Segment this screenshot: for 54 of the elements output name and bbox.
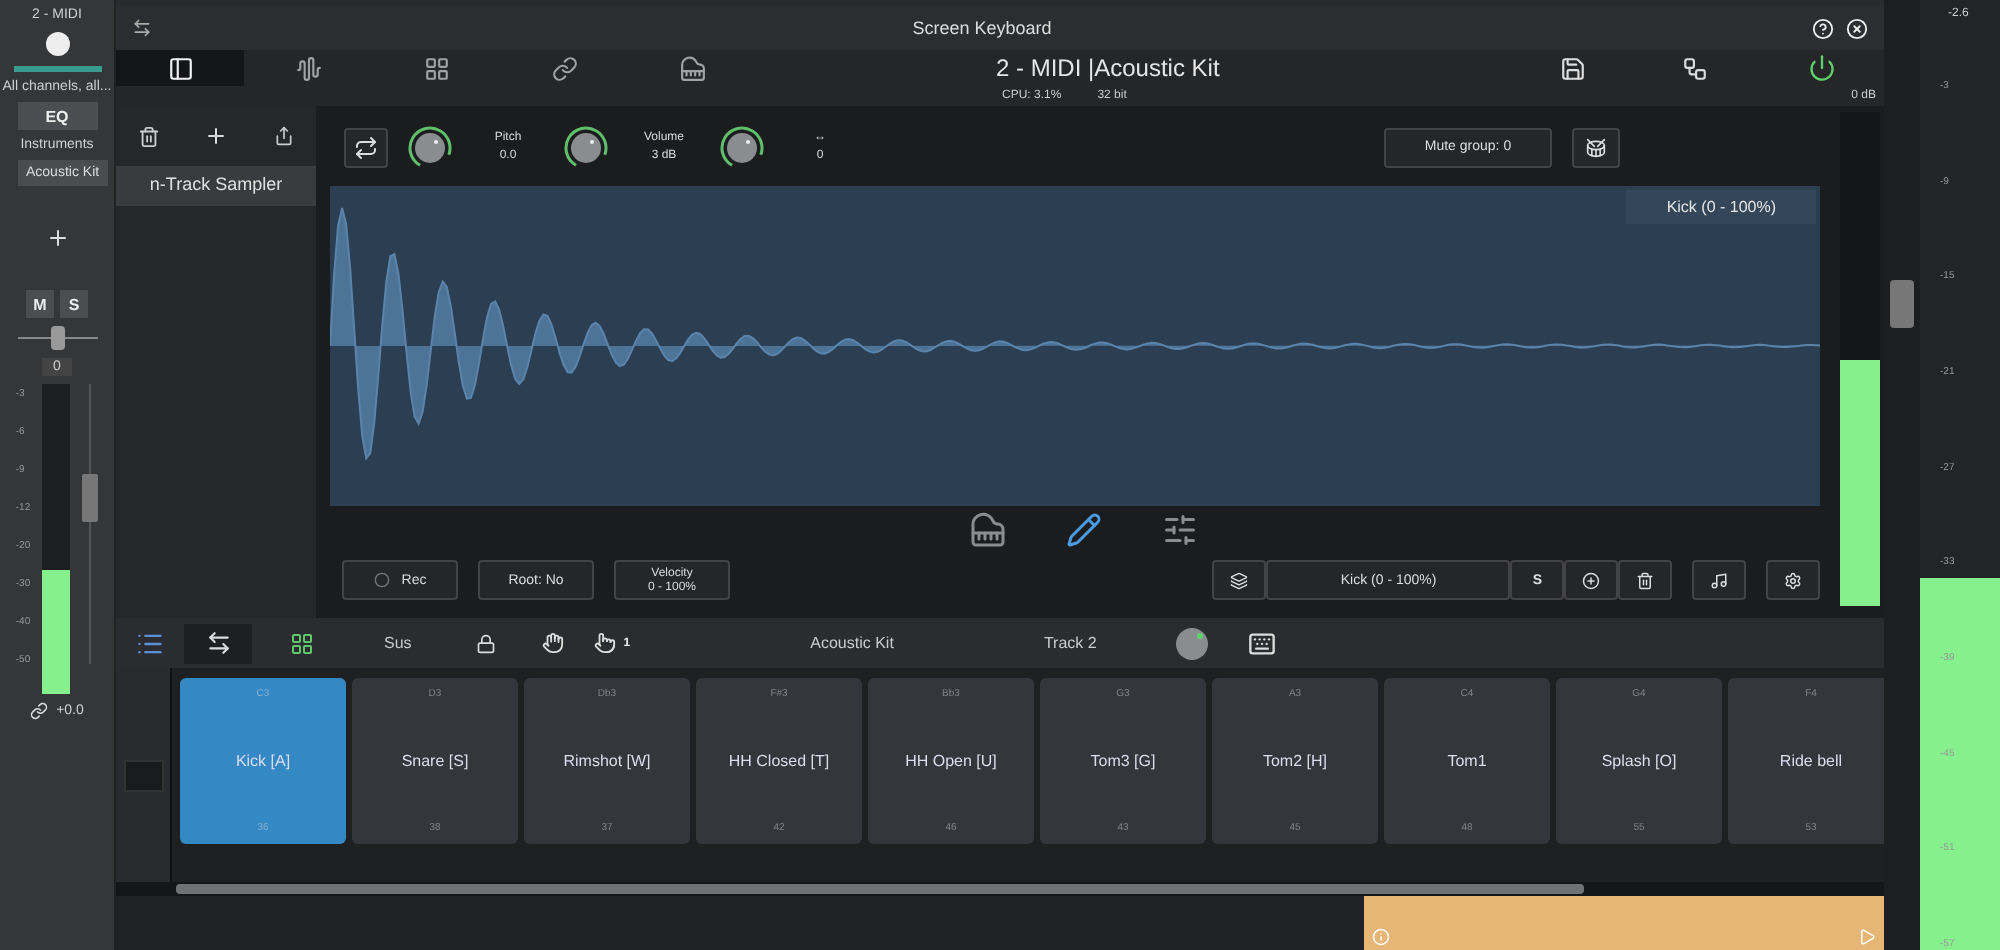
- eq-button[interactable]: EQ: [17, 102, 97, 130]
- settings-icon: [1784, 571, 1802, 589]
- edit-tool[interactable]: [1161, 512, 1197, 548]
- settings-button[interactable]: [1766, 560, 1820, 600]
- view-tab[interactable]: [116, 50, 244, 86]
- window-title: Screen Keyboard: [910, 18, 1054, 38]
- panel-icon: [167, 55, 193, 81]
- close-icon[interactable]: [1846, 17, 1868, 39]
- delete-button[interactable]: [1618, 560, 1672, 600]
- grid-icon: [423, 55, 449, 81]
- export-icon[interactable]: [273, 126, 294, 146]
- knob-icon: [1176, 627, 1209, 659]
- layers-icon: [1230, 571, 1249, 589]
- knob-icon: [408, 125, 452, 169]
- drum-button[interactable]: [1572, 127, 1620, 167]
- power-icon[interactable]: [1808, 54, 1836, 82]
- note-icon: [1710, 571, 1728, 589]
- add-icon[interactable]: [45, 226, 69, 250]
- mute-button[interactable]: M: [26, 290, 54, 318]
- link-icon: [551, 55, 577, 81]
- sidebar-item[interactable]: n-Track Sampler: [116, 166, 316, 206]
- solo-button[interactable]: S: [60, 290, 88, 318]
- swap-icon[interactable]: [132, 18, 152, 38]
- knob-icon: [43, 30, 71, 58]
- kit-label: Acoustic Kit: [810, 634, 894, 652]
- trash-icon: [1636, 571, 1654, 589]
- record-icon: [373, 572, 390, 588]
- routing-icon[interactable]: [1682, 55, 1708, 81]
- waveform-icon: [295, 55, 321, 81]
- add-icon[interactable]: [204, 124, 229, 148]
- note-button[interactable]: [1692, 560, 1746, 600]
- sample-label: Kick (0 - 100%): [1626, 190, 1816, 224]
- layers-button[interactable]: [1212, 560, 1267, 600]
- knob-icon: [564, 125, 608, 169]
- track-title: 2 - MIDI |Acoustic Kit: [996, 54, 1220, 82]
- knob-icon: [720, 125, 764, 169]
- drum-icon: [1586, 137, 1606, 157]
- sus-toggle[interactable]: Sus: [384, 634, 412, 652]
- link-icon[interactable]: [30, 702, 49, 720]
- loop-icon: [354, 135, 378, 159]
- save-icon[interactable]: [1560, 55, 1586, 81]
- track-label: Track 2: [1043, 634, 1097, 652]
- help-icon[interactable]: [1812, 17, 1834, 39]
- loop-button[interactable]: [344, 127, 388, 167]
- add-icon: [1582, 571, 1600, 589]
- piano-icon: [679, 55, 705, 81]
- swap-icon[interactable]: [184, 623, 252, 663]
- edit-tool[interactable]: [969, 512, 1005, 548]
- keyboard-icon[interactable]: [1248, 629, 1277, 657]
- level-bar: [13, 66, 101, 72]
- pan-slider[interactable]: [17, 326, 97, 350]
- trash-icon[interactable]: [138, 125, 161, 147]
- edit-tool[interactable]: [1065, 512, 1101, 548]
- add-zone-button[interactable]: [1564, 560, 1618, 600]
